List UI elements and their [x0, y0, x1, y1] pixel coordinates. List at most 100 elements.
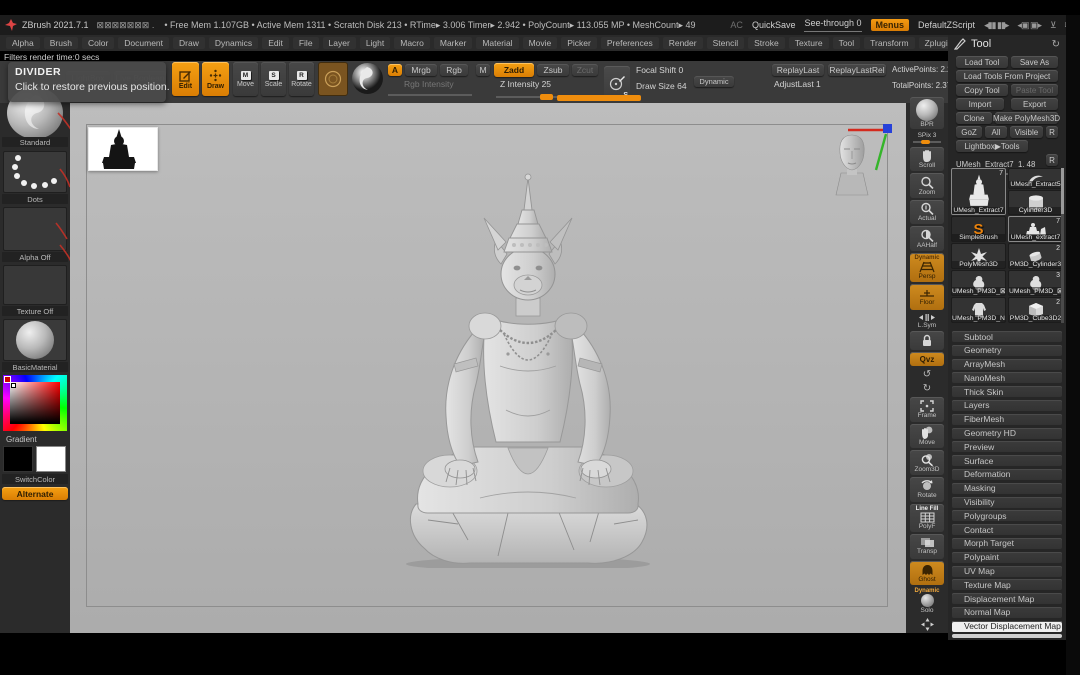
main-color-swatch[interactable] — [3, 446, 33, 472]
goz-button[interactable]: GoZ — [956, 126, 982, 138]
tool-thumb-simplebrush[interactable]: S SimpleBrush — [951, 216, 1006, 242]
mrgb-a-button[interactable]: A — [388, 64, 402, 76]
scroll-button[interactable]: Scroll — [910, 147, 944, 172]
menu-item[interactable]: Color — [82, 37, 114, 49]
transp-button[interactable]: Transp — [910, 534, 944, 559]
tool-palette-header[interactable]: Tool ↻ — [948, 35, 1066, 52]
tool-section-item[interactable]: Displacement Map — [952, 593, 1062, 604]
bpr-render-button[interactable]: BPR — [910, 97, 944, 129]
tool-section-item[interactable]: FiberMesh — [952, 414, 1062, 425]
mrgb-button[interactable]: Mrgb — [405, 64, 437, 76]
texture-off-thumbnail[interactable] — [3, 265, 67, 305]
slider-r-button[interactable]: R — [1046, 154, 1058, 166]
tool-section-item[interactable]: Preview — [952, 441, 1062, 452]
document-thumbnail[interactable] — [88, 127, 158, 171]
tool-thumb-umesh-pm3d-b[interactable]: 3 UMesh_PM3D_⊠ — [1008, 270, 1063, 296]
sculpt-model-statue[interactable] — [388, 168, 668, 568]
tool-section-item[interactable]: Normal Map — [952, 607, 1062, 618]
goz-visible-button[interactable]: Visible — [1010, 126, 1043, 138]
copy-tool-button[interactable]: Copy Tool — [956, 84, 1008, 96]
material-thumbnail[interactable] — [3, 319, 67, 361]
gradient-label[interactable]: Gradient — [2, 434, 68, 444]
tool-head-preview[interactable] — [833, 133, 871, 197]
tool-section-item[interactable]: Thick Skin — [952, 386, 1062, 397]
tool-section-item[interactable]: Geometry — [952, 345, 1062, 356]
tool-thumb-umesh-pm3d-a[interactable]: UMesh_PM3D_⊠ — [951, 270, 1006, 296]
default-zscript-button[interactable]: DefaultZScript — [918, 20, 975, 30]
tool-thumb-pm3d-cylinder3[interactable]: 2 PM3D_Cylinder3 — [1008, 243, 1063, 269]
tool-section-item[interactable]: Visibility — [952, 497, 1062, 508]
color-sv-square[interactable] — [10, 382, 60, 424]
solo-button[interactable]: Dynamic Solo — [910, 587, 944, 614]
quicksave-button[interactable]: QuickSave — [752, 20, 796, 30]
adjust-last-slider[interactable]: AdjustLast 1 — [774, 79, 821, 89]
export-button[interactable]: Export — [1011, 98, 1058, 110]
menu-item[interactable]: Preferences — [601, 37, 659, 49]
import-button[interactable]: Import — [956, 98, 1004, 110]
save-as-button[interactable]: Save As — [1011, 56, 1058, 68]
rgb-button[interactable]: Rgb — [440, 64, 468, 76]
alternate-button[interactable]: Alternate — [2, 487, 68, 500]
polyframe-button[interactable]: Line Fill PolyF — [910, 504, 944, 532]
floor-button[interactable]: Floor — [910, 284, 944, 311]
draw-size-slider[interactable]: Draw Size 64 — [636, 81, 687, 91]
secondary-color-swatch[interactable] — [36, 446, 66, 472]
edit-button[interactable]: Edit — [172, 62, 199, 96]
menu-item[interactable]: Light — [360, 37, 390, 49]
tool-section-item[interactable]: Surface — [952, 455, 1062, 466]
tool-section-item[interactable]: NanoMesh — [952, 372, 1062, 383]
z-intensity-slider[interactable]: Z Intensity 25 — [500, 79, 551, 89]
ghost-button[interactable]: Ghost — [910, 561, 944, 586]
zoom-button[interactable]: Zoom — [910, 173, 944, 198]
spix-handle[interactable] — [921, 140, 930, 144]
replay-last-button[interactable]: ReplayLast — [772, 64, 824, 76]
color-picker[interactable] — [3, 375, 67, 431]
menu-item[interactable]: Layer — [323, 37, 356, 49]
tool-section-item[interactable]: Texture Map — [952, 579, 1062, 590]
palette-dock-right-icon[interactable]: ◂▣ ▣▸ — [1017, 20, 1041, 31]
actual-button[interactable]: Actual — [910, 200, 944, 225]
zcut-button[interactable]: Zcut — [572, 64, 598, 76]
tool-section-item[interactable]: Vector Displacement Map — [952, 621, 1062, 632]
menu-item[interactable]: Stencil — [707, 37, 745, 49]
current-material-sphere[interactable] — [352, 63, 383, 94]
menus-toggle-button[interactable]: Menus — [871, 19, 910, 31]
rgb-intensity-slider[interactable]: Rgb Intensity — [404, 79, 454, 89]
z-intensity-handle[interactable] — [540, 94, 553, 100]
scale-button[interactable]: S Scale — [261, 62, 286, 96]
zoom-3d-button[interactable]: Zoom3D — [910, 450, 944, 475]
frame-button[interactable]: Frame — [910, 397, 944, 422]
load-tool-button[interactable]: Load Tool — [956, 56, 1008, 68]
lightbox-tools-button[interactable]: Lightbox▶Tools — [956, 140, 1028, 152]
tool-section-item[interactable]: Layers — [952, 400, 1062, 411]
menu-item[interactable]: Document — [118, 37, 169, 49]
tool-section-item[interactable]: Morph Target — [952, 538, 1062, 549]
draw-button[interactable]: Draw — [202, 62, 229, 96]
paste-tool-button[interactable]: Paste Tool — [1011, 84, 1058, 96]
menu-item[interactable]: Stroke — [748, 37, 785, 49]
palette-scrollbar-horizontal[interactable] — [952, 634, 1062, 638]
redo-icon[interactable]: ↻ — [910, 383, 944, 395]
qvz-button[interactable]: Qvz — [910, 352, 944, 366]
active-tool-slider[interactable]: UMesh_Extract7_1. 48 — [956, 154, 1044, 166]
zadd-button[interactable]: Zadd — [494, 63, 534, 77]
tool-section-item[interactable]: ArrayMesh — [952, 359, 1062, 370]
ac-button[interactable]: AC — [730, 20, 743, 30]
menu-item[interactable]: Tool — [833, 37, 861, 49]
menu-item[interactable]: Marker — [434, 37, 472, 49]
menu-item[interactable]: Transform — [864, 37, 914, 49]
persp-button[interactable]: Dynamic Persp — [910, 253, 944, 281]
aahalf-button[interactable]: AAHalf — [910, 226, 944, 251]
rgb-intensity-track[interactable] — [388, 94, 472, 96]
tool-thumb-pm3d-cube3d2[interactable]: 2 PM3D_Cube3D2 — [1008, 297, 1063, 323]
local-symmetry-button[interactable]: L.Sym — [910, 312, 944, 329]
rotate-button[interactable]: R Rotate — [289, 62, 314, 96]
goz-r-button[interactable]: R — [1046, 126, 1058, 138]
make-polymesh3d-button[interactable]: Make PolyMesh3D — [995, 112, 1058, 124]
undo-icon[interactable]: ↺ — [910, 368, 944, 380]
move-3d-button[interactable]: Move — [910, 424, 944, 449]
lock-camera-button[interactable] — [910, 331, 944, 350]
replay-last-rel-button[interactable]: ReplayLastRel — [828, 64, 886, 76]
clone-button[interactable]: Clone — [956, 112, 992, 124]
tool-section-item[interactable]: Geometry HD — [952, 428, 1062, 439]
